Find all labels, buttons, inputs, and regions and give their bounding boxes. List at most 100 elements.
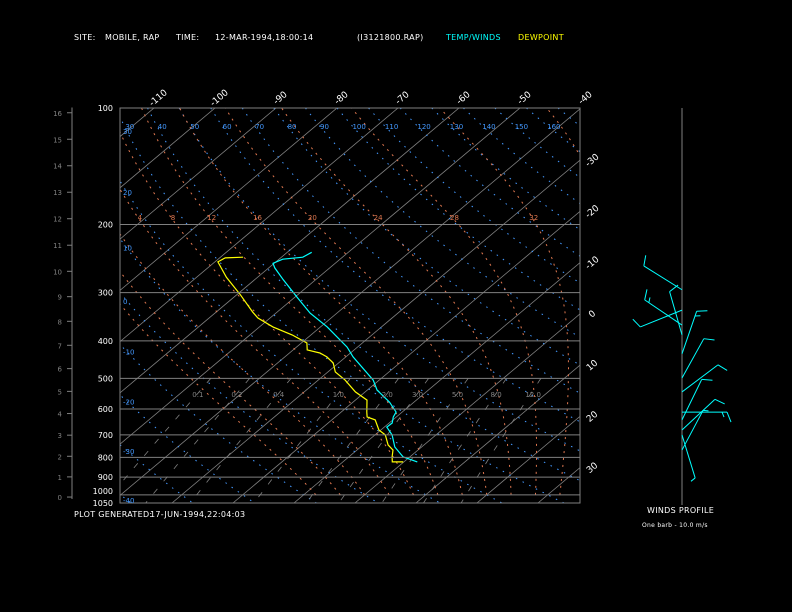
mixing-ratio-label: 0.4 — [273, 391, 285, 399]
dry-adiabat-label-top: 140 — [482, 123, 495, 131]
isotherm-line — [660, 108, 792, 503]
dry-adiabat-line — [120, 343, 317, 503]
wind-barb — [681, 378, 713, 421]
isotherm-label-right: 10 — [585, 358, 600, 373]
altitude-label: 7 — [58, 342, 62, 350]
mixing-ratio-label: 1.0 — [333, 391, 344, 399]
dry-adiabat-label-left: 30 — [123, 128, 132, 136]
altitude-label: 12 — [53, 216, 62, 224]
pressure-label: 100 — [98, 104, 113, 113]
isotherm-line — [0, 108, 93, 503]
wind-barb-staff — [681, 311, 698, 354]
pressure-label: 400 — [98, 337, 113, 346]
moist-adiabat-line — [224, 108, 488, 495]
wind-barb — [681, 364, 728, 393]
wind-barb-full — [717, 364, 728, 371]
isotherm-label-right: 20 — [585, 409, 600, 424]
dry-adiabat-label-top: 110 — [385, 123, 398, 131]
isotherm-label-right: 0 — [587, 309, 598, 321]
isotherm-line — [120, 108, 460, 394]
wind-barb-full — [644, 289, 648, 300]
wind-barb — [643, 255, 683, 291]
dry-adiabat-label-top: 130 — [450, 123, 463, 131]
dry-adiabat-label-left: -40 — [123, 497, 134, 505]
dry-adiabat-line — [241, 108, 580, 394]
altitude-label: 8 — [58, 318, 62, 326]
wind-barb-full — [703, 338, 715, 341]
moist-adiabat-line — [179, 108, 463, 495]
pressure-label: 1000 — [93, 487, 113, 496]
dry-adiabat-label-top: 60 — [223, 123, 232, 131]
moist-adiabat-label: 4 — [138, 214, 143, 222]
isotherm-line — [120, 108, 277, 240]
dry-adiabat-line — [120, 115, 565, 503]
pressure-label: 200 — [98, 220, 113, 229]
wind-barb — [669, 284, 683, 336]
mixing-ratio-label: 3.0 — [412, 391, 423, 399]
moist-adiabat-line — [120, 131, 414, 496]
moist-adiabat-label: 8 — [171, 214, 175, 222]
isotherm-line — [599, 108, 792, 503]
dry-adiabat-label-top: 70 — [255, 123, 264, 131]
mixing-ratio-label: 0.2 — [231, 391, 242, 399]
mixing-ratio-label: 12.0 — [525, 391, 541, 399]
skew-t-chart: 0.1 0.2 0.4 1.0 2.0 3.0 5.0 8.0 12.0100200300400… — [0, 88, 792, 508]
moist-adiabat-line — [120, 270, 341, 496]
isotherm-line — [120, 108, 216, 189]
isotherm-label-top: -90 — [272, 90, 290, 107]
pressure-label: 800 — [98, 453, 113, 462]
wind-barb-staff — [681, 434, 696, 479]
dry-adiabat-line — [557, 108, 580, 127]
pressure-label: 300 — [98, 289, 113, 298]
moist-adiabat-label: 24 — [374, 214, 383, 222]
moist-adiabat-line — [351, 108, 537, 495]
isotherm-line — [537, 467, 580, 503]
isotherm-label-top: -110 — [148, 88, 170, 109]
dry-adiabat-line — [210, 108, 580, 423]
wind-barb — [682, 411, 732, 423]
altitude-label: 15 — [53, 136, 62, 144]
wind-barb-staff — [681, 398, 716, 431]
moist-adiabat-line — [281, 108, 512, 495]
altitude-label: 11 — [53, 242, 62, 250]
isotherm-line — [171, 159, 580, 503]
dry-adiabat-label-top: 150 — [515, 123, 528, 131]
altitude-label: 10 — [53, 268, 62, 276]
isotherm-label-top: -80 — [333, 90, 351, 107]
isotherm-label-top: -50 — [516, 90, 534, 107]
wind-barb-half — [721, 411, 725, 418]
moist-adiabat-line — [120, 188, 390, 496]
dry-adiabat-line — [305, 108, 580, 338]
dry-adiabat-label-top: 50 — [190, 123, 199, 131]
dry-adiabat-line — [431, 108, 580, 231]
moist-adiabat-line — [609, 108, 662, 495]
mixing-ratio-label: 5.0 — [452, 391, 463, 399]
dewpoint-profile-line — [217, 256, 404, 463]
dry-adiabat-line — [120, 291, 379, 503]
mixing-ratio-label: 8.0 — [491, 391, 502, 399]
dry-adiabat-line — [120, 179, 503, 503]
wind-barb-full — [643, 255, 647, 266]
altitude-label: 6 — [58, 366, 63, 374]
altitude-label: 3 — [58, 432, 62, 440]
dry-adiabat-label-left: 20 — [123, 189, 132, 197]
isotherm-label-top: -100 — [209, 88, 231, 109]
isotherm-label-right: 30 — [585, 461, 600, 476]
mixing-ratio-label: 2.0 — [382, 391, 393, 399]
dry-adiabat-label-top: 90 — [320, 123, 329, 131]
dry-adiabat-label-top: 80 — [288, 123, 297, 131]
wind-barb-full — [696, 310, 708, 312]
isotherm-label-right: -30 — [584, 152, 602, 169]
dry-adiabat-line — [120, 237, 441, 503]
moist-adiabat-label: 32 — [529, 214, 538, 222]
dry-adiabat-line — [120, 493, 132, 503]
dry-adiabat-label-top: 160 — [547, 123, 560, 131]
isotherm-label-right: -10 — [584, 255, 602, 272]
moist-adiabat-label: 16 — [253, 214, 262, 222]
altitude-label: 16 — [53, 110, 62, 118]
altitude-label: 14 — [53, 163, 62, 171]
axes-labels: 0.1 0.2 0.4 1.0 2.0 3.0 5.0 8.0 12.0100200300400… — [53, 88, 732, 508]
pressure-label: 500 — [98, 374, 113, 383]
wind-barb-staff — [681, 410, 704, 451]
altitude-label: 5 — [58, 388, 62, 396]
